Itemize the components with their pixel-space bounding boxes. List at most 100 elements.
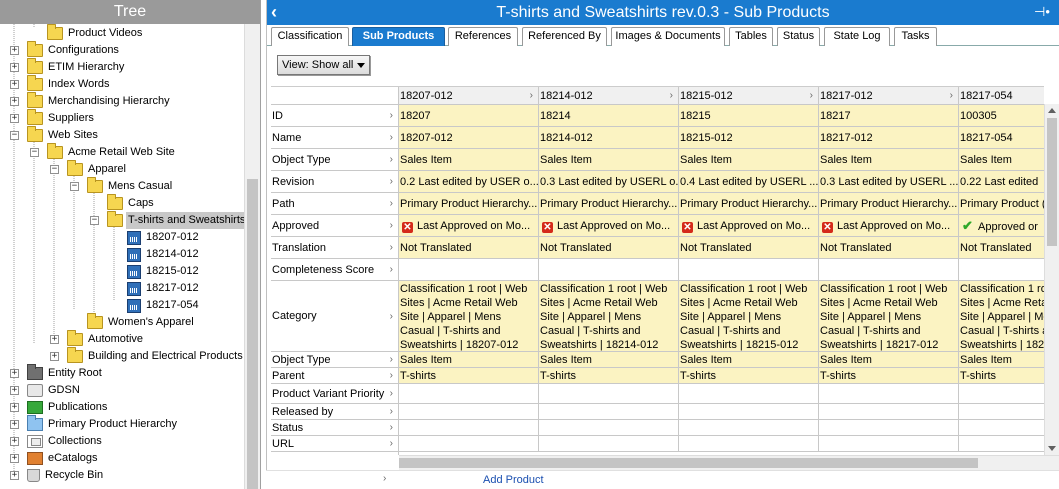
grid-cell[interactable]: Not Translated (959, 237, 1044, 259)
grid-cell[interactable]: T-shirts (819, 368, 959, 384)
tree-item[interactable]: 18214-012 (127, 246, 201, 263)
chevron-right-icon[interactable]: › (390, 171, 393, 192)
tree-item[interactable]: + ETIM Hierarchy (10, 58, 126, 76)
tree-item[interactable]: + Recycle Bin (10, 467, 105, 484)
grid-cell[interactable]: Not Translated (679, 237, 819, 259)
chevron-right-icon[interactable]: › (390, 404, 393, 419)
grid-cell[interactable]: Primary Product ( (959, 193, 1044, 215)
grid-cell[interactable]: T-shirts (959, 368, 1044, 384)
grid-cell[interactable]: 0.2 Last edited by USER o... (399, 171, 539, 193)
tree-scrollbar-thumb[interactable] (247, 179, 258, 489)
tab-state-log[interactable]: State Log (824, 27, 890, 46)
expand-icon[interactable]: + (10, 437, 19, 446)
tree-item[interactable]: − Web Sites (10, 126, 100, 144)
expand-icon[interactable]: + (10, 80, 19, 89)
grid-cell[interactable] (679, 436, 819, 452)
expand-icon[interactable]: + (10, 454, 19, 463)
grid-cell[interactable]: Primary Product Hierarchy... (399, 193, 539, 215)
grid-cell[interactable]: 0.3 Last edited by USERL ... (819, 171, 959, 193)
tree-item[interactable]: + Primary Product Hierarchy (10, 415, 179, 433)
expand-icon[interactable]: + (10, 114, 19, 123)
chevron-right-icon[interactable]: › (670, 87, 673, 104)
grid-cell[interactable] (539, 384, 679, 404)
tab-references[interactable]: References (448, 27, 518, 46)
grid-cell[interactable] (959, 420, 1044, 436)
grid-cell[interactable]: Classification 1 root | Web Sites | Acme… (399, 281, 539, 352)
grid-cell[interactable] (399, 259, 539, 281)
view-filter-select[interactable]: View: Show all (277, 55, 370, 75)
grid-cell[interactable] (959, 384, 1044, 404)
expand-icon[interactable]: + (10, 420, 19, 429)
grid-cell[interactable] (819, 420, 959, 436)
chevron-right-icon[interactable]: › (810, 87, 813, 104)
grid-cell[interactable]: Sales Item (819, 352, 959, 368)
grid-cell[interactable]: 18217-012 (819, 127, 959, 149)
grid-cell[interactable] (539, 259, 679, 281)
grid-cell[interactable] (679, 384, 819, 404)
tree-item[interactable]: + Index Words (10, 75, 112, 93)
grid-cell[interactable]: Not Translated (399, 237, 539, 259)
grid-cell[interactable] (399, 436, 539, 452)
grid-cell[interactable]: Classification 1 root | Web Sites | Acme… (819, 281, 959, 352)
expand-icon[interactable]: + (10, 386, 19, 395)
grid-cell[interactable]: Classification 1 root | Web Sites | Acme… (539, 281, 679, 352)
tree-item[interactable]: + Automotive (50, 330, 145, 348)
tree-item[interactable]: + Publications (10, 399, 109, 416)
tree-item[interactable]: + Suppliers (10, 109, 96, 127)
grid-cell[interactable]: 18215 (679, 105, 819, 127)
grid-cell[interactable] (399, 384, 539, 404)
grid-cell[interactable]: ✕ Last Approved on Mo... (819, 215, 959, 237)
grid-cell[interactable]: 0.22 Last edited (959, 171, 1044, 193)
grid-cell[interactable] (959, 436, 1044, 452)
tree-item[interactable]: 18215-012 (127, 263, 201, 280)
grid-cell[interactable] (399, 404, 539, 420)
grid-cell[interactable]: Sales Item (679, 352, 819, 368)
tree-item[interactable]: 18207-012 (127, 229, 201, 246)
grid-cell[interactable]: Primary Product Hierarchy... (679, 193, 819, 215)
scroll-down-icon[interactable] (1048, 446, 1056, 451)
collapse-icon[interactable]: − (90, 216, 99, 225)
grid-cell[interactable]: T-shirts (539, 368, 679, 384)
column-header[interactable]: 18217-054› (959, 87, 1044, 105)
tree-item[interactable]: + Building and Electrical Products (50, 347, 244, 365)
grid-cell[interactable]: ✕ Last Approved on Mo... (539, 215, 679, 237)
collapse-icon[interactable]: − (10, 131, 19, 140)
grid-cell[interactable]: Sales Item (399, 352, 539, 368)
grid-cell[interactable]: ✔ Approved or (959, 215, 1044, 237)
tree-item[interactable]: − Acme Retail Web Site (30, 143, 177, 161)
tab-sub-products[interactable]: Sub Products (352, 27, 445, 46)
grid-cell[interactable] (959, 404, 1044, 420)
tree-item[interactable]: + Collections (10, 433, 104, 450)
tree-item[interactable]: + Configurations (10, 41, 121, 59)
grid-cell[interactable] (959, 259, 1044, 281)
grid-cell[interactable]: Sales Item (679, 149, 819, 171)
chevron-right-icon[interactable]: › (390, 281, 393, 351)
grid-cell[interactable]: Sales Item (399, 149, 539, 171)
grid-cell[interactable] (399, 420, 539, 436)
grid-cell[interactable]: 18214-012 (539, 127, 679, 149)
chevron-right-icon[interactable]: › (390, 149, 393, 170)
tab-tasks[interactable]: Tasks (894, 27, 937, 46)
tree-item[interactable]: + Entity Root (10, 364, 104, 382)
tree-item[interactable]: Women's Apparel (87, 313, 196, 331)
tree-item[interactable]: 18217-054 (127, 297, 201, 314)
pin-icon[interactable]: ⊣• (1033, 4, 1051, 20)
tab-referenced-by[interactable]: Referenced By (522, 27, 607, 46)
grid-cell[interactable]: Sales Item (539, 149, 679, 171)
grid-cell[interactable]: 18207 (399, 105, 539, 127)
tree-item[interactable]: Caps (107, 194, 156, 212)
grid-cell[interactable]: 18217 (819, 105, 959, 127)
grid-cell[interactable]: T-shirts (679, 368, 819, 384)
grid-cell[interactable]: Sales Item (819, 149, 959, 171)
column-header[interactable]: 18217-012 › (819, 87, 959, 105)
chevron-right-icon[interactable]: › (390, 384, 393, 403)
grid-cell[interactable]: Not Translated (539, 237, 679, 259)
grid-cell[interactable]: Sales Item (959, 149, 1044, 171)
chevron-right-icon[interactable]: › (390, 436, 393, 451)
tab-images-documents[interactable]: Images & Documents (611, 27, 725, 46)
grid-cell[interactable] (539, 404, 679, 420)
grid-vertical-scrollbar-thumb[interactable] (1047, 118, 1057, 246)
tree-item[interactable]: − Apparel (50, 160, 128, 178)
grid-cell[interactable]: Sales Item (959, 352, 1044, 368)
grid-cell[interactable] (819, 404, 959, 420)
